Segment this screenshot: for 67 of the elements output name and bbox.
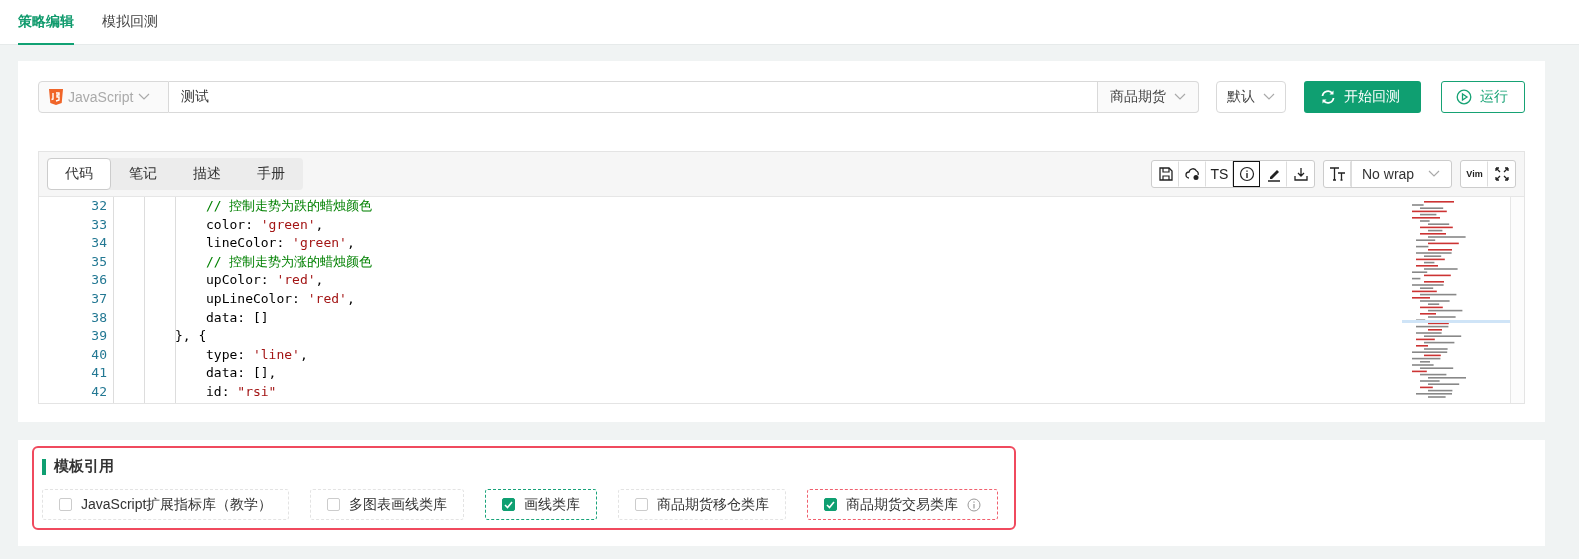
tab[interactable]: 模拟回测 [102, 0, 158, 45]
template-item[interactable]: 商品期货交易类库 [807, 489, 999, 520]
editor-tab[interactable]: 描述 [175, 158, 239, 190]
editor-tab[interactable]: 手册 [239, 158, 303, 190]
line-number: 34 [90, 234, 108, 253]
mode-select[interactable]: 默认 [1216, 81, 1286, 113]
category-label: 商品期货 [1110, 88, 1166, 106]
line-number: 35 [90, 252, 108, 271]
chevron-icon [1428, 170, 1441, 178]
code-line: upLineColor: 'red', [206, 289, 355, 308]
line-number: 38 [90, 308, 108, 327]
code-line: data: [], [206, 364, 277, 383]
js-icon [49, 89, 63, 105]
code-line: id: "rsi" [206, 382, 277, 401]
language-label: JavaScript [68, 89, 134, 105]
ts-button[interactable]: TS [1206, 161, 1233, 187]
code-line: type: 'line', [206, 345, 308, 364]
template-item[interactable]: JavaScript扩展指标库（教学） [42, 489, 290, 520]
code-line: upColor: 'red', [206, 271, 324, 290]
line-number: 39 [90, 327, 108, 346]
template-item[interactable]: 商品期货移仓类库 [618, 489, 787, 520]
save-icon [1157, 166, 1174, 182]
code-line: // 控制走势为跌的蜡烛颜色 [206, 197, 373, 215]
editor-tab[interactable]: 笔记 [111, 158, 175, 190]
template-label: JavaScript扩展指标库（教学） [81, 495, 273, 514]
checkbox[interactable] [635, 498, 649, 511]
chevron-icon [1174, 93, 1186, 101]
expand-icon [1494, 167, 1509, 181]
info-icon [1238, 166, 1255, 182]
code-line: // 控制走势为涨的蜡烛颜色 [206, 252, 373, 271]
editor-tab[interactable]: 代码 [47, 158, 111, 190]
checkbox[interactable] [59, 498, 72, 511]
tab[interactable]: 策略编辑 [18, 0, 74, 45]
template-label: 多图表画线类库 [349, 495, 448, 514]
template-label: 商品期货移仓类库 [657, 495, 770, 514]
chevron-icon [138, 93, 151, 101]
code-line: lineColor: 'green', [206, 234, 355, 253]
line-number: 32 [90, 197, 108, 215]
code-line: data: [] [206, 308, 269, 327]
category-select[interactable]: 商品期货 [1098, 81, 1199, 113]
section-title: 模板引用 [54, 457, 114, 476]
line-number: 41 [90, 364, 108, 383]
mode-label: 默认 [1227, 88, 1255, 106]
info-button[interactable] [1233, 161, 1260, 187]
checkbox[interactable] [327, 498, 341, 511]
title-marker [42, 458, 46, 475]
line-number: 40 [90, 345, 108, 364]
checkbox[interactable] [824, 498, 838, 511]
play-icon [1456, 89, 1472, 105]
code-line: color: 'green', [206, 215, 324, 234]
code-line: }, { [175, 327, 207, 346]
checkbox[interactable] [502, 498, 516, 511]
download-icon [1292, 166, 1309, 182]
line-number: 37 [90, 289, 108, 308]
name-field[interactable]: 测试 [169, 81, 1098, 113]
wrap-label: No wrap [1362, 166, 1415, 182]
refresh-icon [1320, 89, 1336, 105]
line-number: 36 [90, 271, 108, 290]
line-number: 33 [90, 215, 108, 234]
chevron-icon [1263, 93, 1275, 101]
template-item[interactable]: 多图表画线类库 [310, 489, 465, 520]
template-label: 商品期货交易类库 [846, 495, 959, 514]
template-item[interactable]: 画线类库 [485, 489, 598, 520]
font-size-icon [1328, 166, 1347, 182]
line-number: 42 [90, 382, 108, 401]
cloud-icon [1184, 166, 1201, 182]
template-label: 画线类库 [524, 495, 581, 514]
